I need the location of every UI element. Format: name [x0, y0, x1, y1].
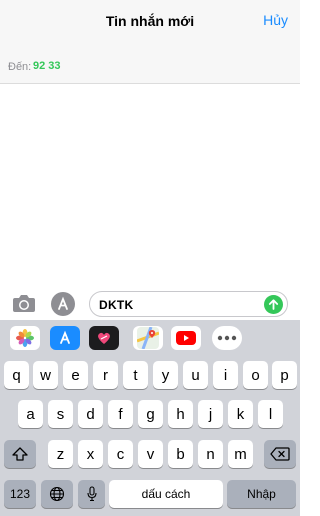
key-h[interactable]: h	[168, 400, 193, 428]
key-r[interactable]: r	[93, 361, 118, 389]
globe-key[interactable]	[41, 480, 73, 508]
maps-icon[interactable]	[133, 326, 163, 350]
key-t[interactable]: t	[123, 361, 148, 389]
delete-key[interactable]	[264, 440, 296, 468]
key-z[interactable]: z	[48, 440, 73, 468]
key-p[interactable]: p	[272, 361, 297, 389]
digital-touch-icon[interactable]	[89, 326, 119, 350]
youtube-icon[interactable]	[171, 326, 201, 350]
arrow-up-icon	[268, 299, 279, 310]
dictation-key[interactable]	[78, 480, 105, 508]
camera-icon[interactable]	[12, 293, 36, 313]
key-j[interactable]: j	[198, 400, 223, 428]
key-i[interactable]: i	[213, 361, 238, 389]
key-w[interactable]: w	[33, 361, 58, 389]
key-u[interactable]: u	[183, 361, 208, 389]
backspace-icon	[270, 447, 290, 461]
key-x[interactable]: x	[78, 440, 103, 468]
more-icon[interactable]	[212, 326, 242, 350]
key-f[interactable]: f	[108, 400, 133, 428]
key-s[interactable]: s	[48, 400, 73, 428]
key-d[interactable]: d	[78, 400, 103, 428]
keyboard: q w e r t y u i o p a s d f g h j k l z …	[0, 355, 300, 516]
space-key[interactable]: dấu cách	[109, 480, 223, 508]
app-store-icon[interactable]	[50, 326, 80, 350]
key-b[interactable]: b	[168, 440, 193, 468]
key-o[interactable]: o	[243, 361, 268, 389]
return-key[interactable]: Nhập	[227, 480, 296, 508]
key-l[interactable]: l	[258, 400, 283, 428]
key-v[interactable]: v	[138, 440, 163, 468]
key-n[interactable]: n	[198, 440, 223, 468]
navigation-bar: Tin nhắn mới Hủy	[0, 0, 300, 44]
recipient-chip[interactable]: 92 33	[33, 60, 61, 72]
key-c[interactable]: c	[108, 440, 133, 468]
message-area	[0, 85, 300, 286]
numbers-key[interactable]: 123	[4, 480, 36, 508]
imessage-app-strip	[0, 320, 300, 355]
microphone-icon	[86, 486, 97, 502]
message-input-text: DKTK	[99, 298, 134, 312]
key-g[interactable]: g	[138, 400, 163, 428]
cancel-button[interactable]: Hủy	[263, 12, 288, 28]
key-q[interactable]: q	[4, 361, 29, 389]
recipient-label: Đến:	[8, 61, 32, 73]
key-e[interactable]: e	[63, 361, 88, 389]
shift-icon	[12, 447, 28, 461]
globe-icon	[49, 486, 65, 502]
recipient-row[interactable]: Đến: 92 33	[0, 44, 300, 84]
page-title: Tin nhắn mới	[105, 13, 195, 29]
key-m[interactable]: m	[228, 440, 253, 468]
send-button[interactable]	[264, 295, 283, 314]
key-y[interactable]: y	[153, 361, 178, 389]
compose-bar: DKTK	[0, 286, 300, 320]
app-store-icon[interactable]	[51, 292, 75, 316]
key-a[interactable]: a	[18, 400, 43, 428]
message-input[interactable]: DKTK	[89, 291, 288, 317]
photos-icon[interactable]	[10, 326, 40, 350]
key-k[interactable]: k	[228, 400, 253, 428]
shift-key[interactable]	[4, 440, 36, 468]
